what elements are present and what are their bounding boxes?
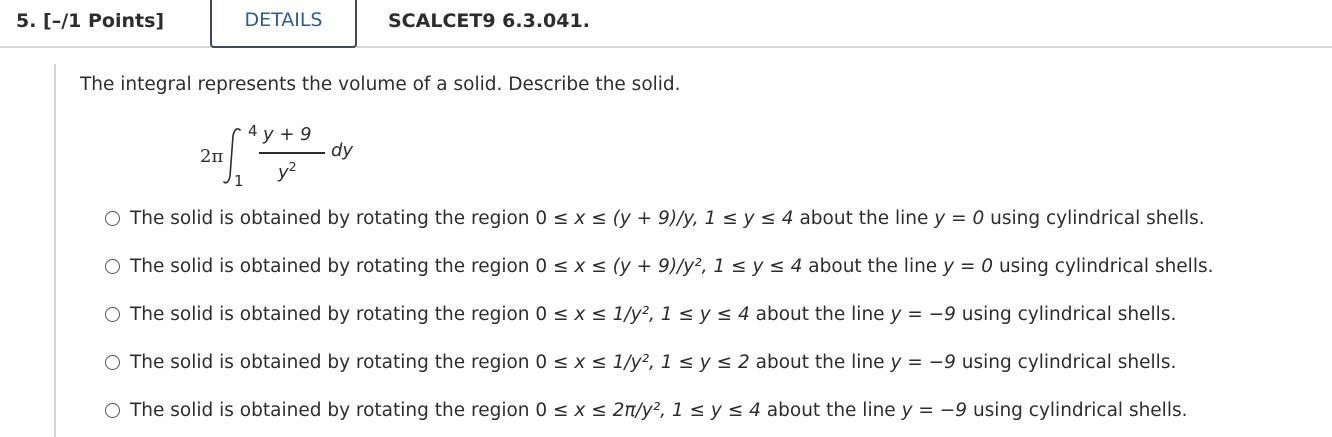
option-4[interactable]: The solid is obtained by rotating the re… xyxy=(105,347,1176,377)
option-text: The solid is obtained by rotating the re… xyxy=(130,255,1214,277)
question-points-label: 5. [–/1 Points] xyxy=(16,10,165,32)
radio-button[interactable] xyxy=(105,402,120,418)
option-text: The solid is obtained by rotating the re… xyxy=(130,351,1177,373)
option-1[interactable]: The solid is obtained by rotating the re… xyxy=(105,203,1205,233)
lower-limit: 1 xyxy=(234,172,244,190)
option-2[interactable]: The solid is obtained by rotating the re… xyxy=(105,251,1213,281)
fraction-bar xyxy=(259,152,325,154)
question-header: 5. [–/1 Points] DETAILS SCALCET9 6.3.041… xyxy=(0,0,1332,48)
radio-button[interactable] xyxy=(105,354,120,370)
upper-limit: 4 xyxy=(248,122,258,140)
integral-coefficient: 2π xyxy=(200,146,224,167)
option-text: The solid is obtained by rotating the re… xyxy=(130,303,1177,325)
question-prompt: The integral represents the volume of a … xyxy=(80,74,681,95)
integrand-denominator: y2 xyxy=(278,159,297,183)
option-text: The solid is obtained by rotating the re… xyxy=(130,399,1188,421)
radio-button[interactable] xyxy=(105,306,120,322)
integrand-numerator: y + 9 xyxy=(263,124,312,145)
option-text: The solid is obtained by rotating the re… xyxy=(130,207,1205,229)
integral-expression: 2π 4 1 y + 9 y2 dy xyxy=(200,122,370,198)
option-5[interactable]: The solid is obtained by rotating the re… xyxy=(105,395,1187,425)
details-tab[interactable]: DETAILS xyxy=(210,0,357,48)
radio-button[interactable] xyxy=(105,258,120,274)
assignment-code: SCALCET9 6.3.041. xyxy=(388,10,590,32)
option-3[interactable]: The solid is obtained by rotating the re… xyxy=(105,299,1176,329)
radio-button[interactable] xyxy=(105,210,120,226)
question-body: The integral represents the volume of a … xyxy=(54,64,1332,437)
differential: dy xyxy=(331,140,354,161)
